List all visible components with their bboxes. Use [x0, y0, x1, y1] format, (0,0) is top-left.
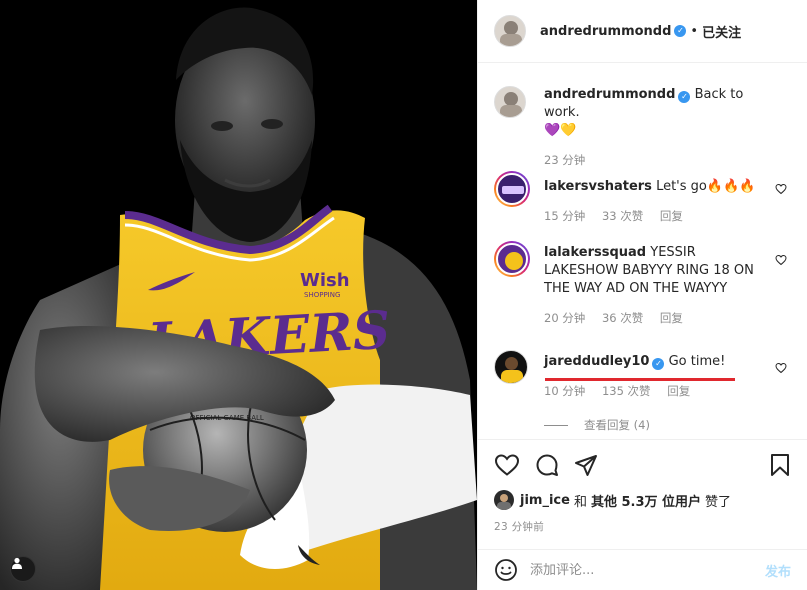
comment-time: 20 分钟	[544, 311, 586, 325]
likes-conjunction: 和	[573, 494, 587, 510]
like-comment-heart-icon[interactable]	[775, 362, 787, 374]
caption-emoji: 💜💛	[544, 123, 577, 138]
comment-username[interactable]: jareddudley10	[544, 354, 649, 369]
emoji-smiley-icon[interactable]	[494, 558, 518, 582]
comment-time: 15 分钟	[544, 209, 586, 223]
caption-time: 23 分钟	[544, 153, 586, 167]
comment-body: Let's go🔥🔥🔥	[656, 179, 756, 194]
caption-avatar[interactable]	[494, 86, 526, 118]
reply-button[interactable]: 回复	[660, 311, 683, 325]
comment-body: Go time!	[668, 354, 726, 369]
jersey-sponsor-sub: SHOPPING	[304, 291, 340, 299]
comment-input[interactable]	[530, 562, 765, 578]
verified-badge-icon: ✓	[678, 91, 691, 103]
comment-likes[interactable]: 33 次赞	[602, 209, 643, 223]
header-separator: •	[690, 23, 699, 39]
caption-meta: 23 分钟	[544, 152, 760, 168]
comment-row: lalakerssquad YESSIR LAKESHOW BABYYY RIN…	[494, 241, 791, 326]
comment-avatar[interactable]	[494, 350, 528, 384]
action-icons	[494, 440, 791, 490]
caption-username[interactable]: andredrummondd	[544, 87, 675, 102]
comment-avatar-story-ring[interactable]	[494, 241, 530, 277]
author-avatar[interactable]	[494, 15, 526, 47]
tagged-users-button[interactable]	[10, 556, 36, 582]
view-replies-label: 查看回复 (4)	[584, 418, 650, 432]
likes-others-count[interactable]: 其他 5.3万 位用户	[591, 491, 701, 510]
comment-username[interactable]: lakersvshaters	[544, 179, 652, 194]
instagram-post-modal: LAKERS Wish SHOPPING OFFICIAL GAME BALL	[0, 0, 807, 590]
comments-list[interactable]: andredrummondd✓ Back to work. 💜💛 23 分钟	[478, 64, 807, 438]
comment-meta: 15 分钟 33 次赞 回复	[544, 208, 760, 224]
reply-button[interactable]: 回复	[667, 384, 690, 398]
jersey-sponsor: Wish	[300, 270, 350, 291]
post-comment-button[interactable]: 发布	[765, 561, 791, 580]
caption-text: andredrummondd ✓ Back to work. 💜💛	[544, 86, 760, 140]
view-replies-line	[544, 424, 568, 426]
like-heart-icon[interactable]	[494, 453, 520, 477]
comment-time: 10 分钟	[544, 384, 586, 398]
post-header: andredrummondd ✓ • 已关注	[478, 0, 807, 63]
comment-row: jareddudley10 ✓ Go time! 10 分钟 135 次赞 回复	[494, 350, 791, 399]
comment-bubble-icon[interactable]	[535, 453, 559, 477]
post-side-panel: andredrummondd ✓ • 已关注 andredrummondd ✓ B…	[477, 0, 807, 590]
comment-text: lakersvshaters Let's go🔥🔥🔥	[544, 178, 760, 196]
add-comment-bar: 发布	[478, 549, 807, 590]
like-comment-heart-icon[interactable]	[775, 183, 787, 195]
view-replies-button[interactable]: 查看回复 (4)	[544, 417, 650, 433]
author-username[interactable]: andredrummondd	[540, 24, 671, 39]
comment-likes[interactable]: 135 次赞	[602, 384, 651, 398]
save-bookmark-icon[interactable]	[769, 453, 791, 477]
following-button[interactable]: 已关注	[702, 22, 741, 41]
reply-button[interactable]: 回复	[660, 209, 683, 223]
post-photo[interactable]: LAKERS Wish SHOPPING OFFICIAL GAME BALL	[0, 0, 477, 590]
comment-likes[interactable]: 36 次赞	[602, 311, 643, 325]
verified-badge-icon: ✓	[674, 25, 687, 37]
liker-username[interactable]: jim_ice	[520, 493, 570, 508]
comment-meta: 10 分钟 135 次赞 回复	[544, 383, 760, 399]
comment-text: lalakerssquad YESSIR LAKESHOW BABYYY RIN…	[544, 244, 760, 298]
comment-meta: 20 分钟 36 次赞 回复	[544, 310, 760, 326]
post-timestamp[interactable]: 23 分钟前	[494, 519, 791, 534]
comment-avatar	[496, 243, 528, 275]
comment-username[interactable]: lalakerssquad	[544, 245, 646, 260]
caption-row: andredrummondd ✓ Back to work. 💜💛 23 分钟	[494, 86, 791, 168]
comment-text: jareddudley10 ✓ Go time!	[544, 353, 760, 371]
likes-suffix: 赞了	[705, 494, 732, 510]
likes-summary: jim_ice 和 其他 5.3万 位用户 赞了	[494, 490, 791, 510]
comment-avatar	[496, 173, 528, 205]
verified-badge-icon: ✓	[652, 358, 665, 370]
post-actions: jim_ice 和 其他 5.3万 位用户 赞了 23 分钟前	[478, 439, 807, 549]
ball-text: OFFICIAL GAME BALL	[190, 414, 264, 422]
like-comment-heart-icon[interactable]	[775, 254, 787, 266]
comment-row: lakersvshaters Let's go🔥🔥🔥 15 分钟 33 次赞 回…	[494, 171, 791, 224]
share-paper-plane-icon[interactable]	[574, 453, 598, 477]
annotation-underline	[545, 378, 735, 381]
liker-avatar[interactable]	[494, 490, 514, 510]
athlete-illustration: LAKERS Wish SHOPPING OFFICIAL GAME BALL	[0, 7, 477, 590]
person-icon	[12, 557, 22, 569]
comment-avatar-story-ring[interactable]	[494, 171, 530, 207]
